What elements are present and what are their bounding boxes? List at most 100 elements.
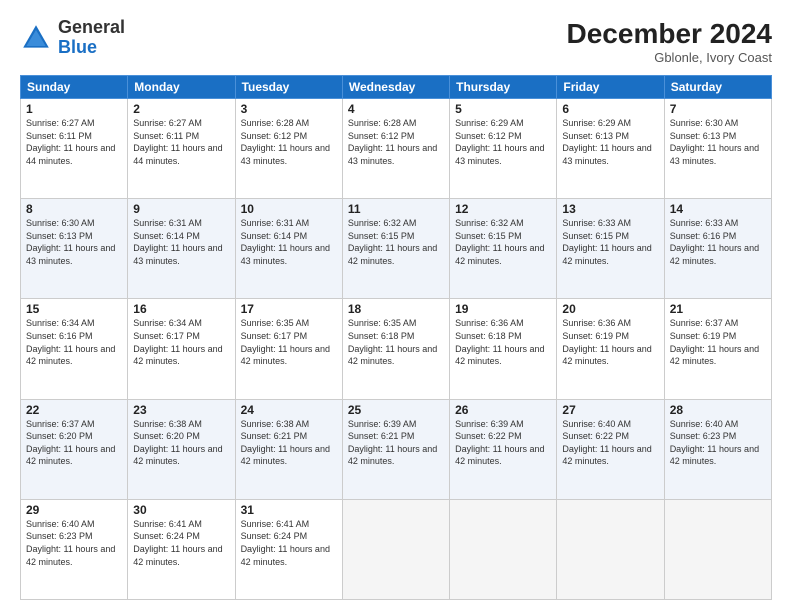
day-number: 21 [670,302,766,316]
day-number: 1 [26,102,122,116]
day-info: Sunrise: 6:36 AMSunset: 6:19 PMDaylight:… [562,318,651,366]
calendar-body: 1 Sunrise: 6:27 AMSunset: 6:11 PMDayligh… [21,99,772,600]
day-info: Sunrise: 6:35 AMSunset: 6:17 PMDaylight:… [241,318,330,366]
day-number: 11 [348,202,444,216]
day-info: Sunrise: 6:33 AMSunset: 6:15 PMDaylight:… [562,218,651,266]
day-cell-20: 20 Sunrise: 6:36 AMSunset: 6:19 PMDaylig… [557,299,664,399]
day-cell-6: 6 Sunrise: 6:29 AMSunset: 6:13 PMDayligh… [557,99,664,199]
day-info: Sunrise: 6:35 AMSunset: 6:18 PMDaylight:… [348,318,437,366]
day-number: 2 [133,102,229,116]
day-info: Sunrise: 6:36 AMSunset: 6:18 PMDaylight:… [455,318,544,366]
day-number: 28 [670,403,766,417]
day-cell-30: 30 Sunrise: 6:41 AMSunset: 6:24 PMDaylig… [128,499,235,599]
day-number: 18 [348,302,444,316]
day-cell-10: 10 Sunrise: 6:31 AMSunset: 6:14 PMDaylig… [235,199,342,299]
day-number: 24 [241,403,337,417]
day-info: Sunrise: 6:33 AMSunset: 6:16 PMDaylight:… [670,218,759,266]
day-cell-18: 18 Sunrise: 6:35 AMSunset: 6:18 PMDaylig… [342,299,449,399]
empty-cell [557,499,664,599]
col-monday: Monday [128,76,235,99]
day-number: 29 [26,503,122,517]
day-info: Sunrise: 6:38 AMSunset: 6:20 PMDaylight:… [133,419,222,467]
empty-cell [664,499,771,599]
day-info: Sunrise: 6:30 AMSunset: 6:13 PMDaylight:… [26,218,115,266]
day-info: Sunrise: 6:28 AMSunset: 6:12 PMDaylight:… [348,118,437,166]
day-info: Sunrise: 6:37 AMSunset: 6:20 PMDaylight:… [26,419,115,467]
day-cell-17: 17 Sunrise: 6:35 AMSunset: 6:17 PMDaylig… [235,299,342,399]
day-cell-29: 29 Sunrise: 6:40 AMSunset: 6:23 PMDaylig… [21,499,128,599]
logo: General Blue [20,18,125,58]
day-number: 26 [455,403,551,417]
day-info: Sunrise: 6:40 AMSunset: 6:23 PMDaylight:… [26,519,115,567]
day-number: 19 [455,302,551,316]
week-row-3: 15 Sunrise: 6:34 AMSunset: 6:16 PMDaylig… [21,299,772,399]
header-row: Sunday Monday Tuesday Wednesday Thursday… [21,76,772,99]
day-info: Sunrise: 6:32 AMSunset: 6:15 PMDaylight:… [455,218,544,266]
day-number: 16 [133,302,229,316]
day-cell-8: 8 Sunrise: 6:30 AMSunset: 6:13 PMDayligh… [21,199,128,299]
day-info: Sunrise: 6:30 AMSunset: 6:13 PMDaylight:… [670,118,759,166]
location: Gblonle, Ivory Coast [567,50,772,65]
day-cell-23: 23 Sunrise: 6:38 AMSunset: 6:20 PMDaylig… [128,399,235,499]
day-number: 30 [133,503,229,517]
month-title: December 2024 [567,18,772,50]
day-cell-27: 27 Sunrise: 6:40 AMSunset: 6:22 PMDaylig… [557,399,664,499]
day-info: Sunrise: 6:39 AMSunset: 6:22 PMDaylight:… [455,419,544,467]
day-cell-1: 1 Sunrise: 6:27 AMSunset: 6:11 PMDayligh… [21,99,128,199]
day-info: Sunrise: 6:29 AMSunset: 6:12 PMDaylight:… [455,118,544,166]
day-number: 25 [348,403,444,417]
day-number: 23 [133,403,229,417]
col-saturday: Saturday [664,76,771,99]
day-number: 10 [241,202,337,216]
day-number: 22 [26,403,122,417]
day-number: 15 [26,302,122,316]
day-number: 3 [241,102,337,116]
header: General Blue December 2024 Gblonle, Ivor… [20,18,772,65]
day-cell-24: 24 Sunrise: 6:38 AMSunset: 6:21 PMDaylig… [235,399,342,499]
day-number: 5 [455,102,551,116]
day-cell-28: 28 Sunrise: 6:40 AMSunset: 6:23 PMDaylig… [664,399,771,499]
day-cell-5: 5 Sunrise: 6:29 AMSunset: 6:12 PMDayligh… [450,99,557,199]
calendar: Sunday Monday Tuesday Wednesday Thursday… [20,75,772,600]
empty-cell [450,499,557,599]
day-cell-15: 15 Sunrise: 6:34 AMSunset: 6:16 PMDaylig… [21,299,128,399]
day-number: 31 [241,503,337,517]
day-info: Sunrise: 6:40 AMSunset: 6:23 PMDaylight:… [670,419,759,467]
day-cell-12: 12 Sunrise: 6:32 AMSunset: 6:15 PMDaylig… [450,199,557,299]
day-info: Sunrise: 6:29 AMSunset: 6:13 PMDaylight:… [562,118,651,166]
day-number: 13 [562,202,658,216]
day-cell-11: 11 Sunrise: 6:32 AMSunset: 6:15 PMDaylig… [342,199,449,299]
day-number: 8 [26,202,122,216]
logo-text: General Blue [58,18,125,58]
day-info: Sunrise: 6:40 AMSunset: 6:22 PMDaylight:… [562,419,651,467]
day-info: Sunrise: 6:39 AMSunset: 6:21 PMDaylight:… [348,419,437,467]
day-number: 27 [562,403,658,417]
title-area: December 2024 Gblonle, Ivory Coast [567,18,772,65]
day-cell-31: 31 Sunrise: 6:41 AMSunset: 6:24 PMDaylig… [235,499,342,599]
day-info: Sunrise: 6:31 AMSunset: 6:14 PMDaylight:… [241,218,330,266]
day-number: 4 [348,102,444,116]
day-number: 20 [562,302,658,316]
week-row-1: 1 Sunrise: 6:27 AMSunset: 6:11 PMDayligh… [21,99,772,199]
day-info: Sunrise: 6:37 AMSunset: 6:19 PMDaylight:… [670,318,759,366]
day-cell-3: 3 Sunrise: 6:28 AMSunset: 6:12 PMDayligh… [235,99,342,199]
col-tuesday: Tuesday [235,76,342,99]
week-row-5: 29 Sunrise: 6:40 AMSunset: 6:23 PMDaylig… [21,499,772,599]
day-info: Sunrise: 6:27 AMSunset: 6:11 PMDaylight:… [26,118,115,166]
day-number: 7 [670,102,766,116]
day-number: 14 [670,202,766,216]
day-number: 6 [562,102,658,116]
week-row-4: 22 Sunrise: 6:37 AMSunset: 6:20 PMDaylig… [21,399,772,499]
logo-icon [20,22,52,54]
day-number: 17 [241,302,337,316]
day-info: Sunrise: 6:27 AMSunset: 6:11 PMDaylight:… [133,118,222,166]
day-cell-25: 25 Sunrise: 6:39 AMSunset: 6:21 PMDaylig… [342,399,449,499]
day-cell-16: 16 Sunrise: 6:34 AMSunset: 6:17 PMDaylig… [128,299,235,399]
day-cell-19: 19 Sunrise: 6:36 AMSunset: 6:18 PMDaylig… [450,299,557,399]
col-wednesday: Wednesday [342,76,449,99]
day-info: Sunrise: 6:41 AMSunset: 6:24 PMDaylight:… [241,519,330,567]
day-info: Sunrise: 6:34 AMSunset: 6:17 PMDaylight:… [133,318,222,366]
day-cell-14: 14 Sunrise: 6:33 AMSunset: 6:16 PMDaylig… [664,199,771,299]
day-info: Sunrise: 6:38 AMSunset: 6:21 PMDaylight:… [241,419,330,467]
day-cell-4: 4 Sunrise: 6:28 AMSunset: 6:12 PMDayligh… [342,99,449,199]
